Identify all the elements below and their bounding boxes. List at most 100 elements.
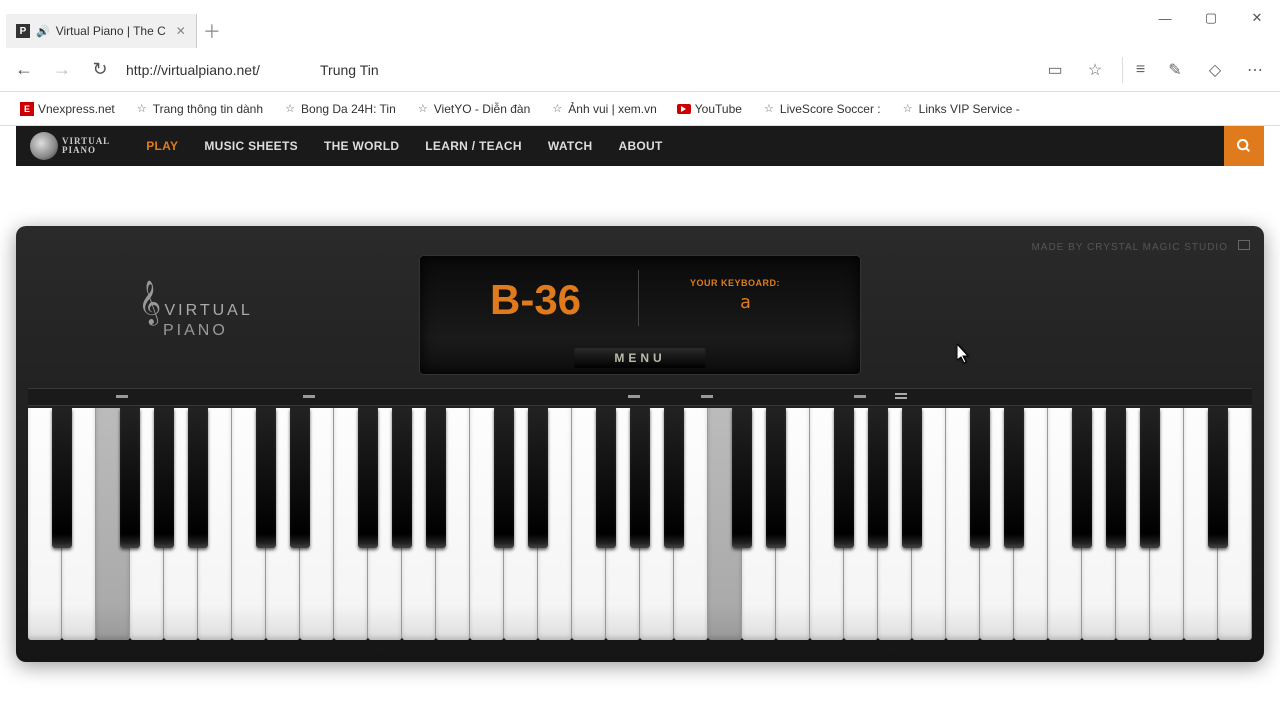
black-key[interactable]	[664, 408, 684, 548]
bookmark-item[interactable]: ☆ Ảnh vui | xem.vn	[542, 99, 665, 119]
black-key[interactable]	[1072, 408, 1092, 548]
black-key[interactable]	[426, 408, 446, 548]
reading-view-icon[interactable]: ▭	[1042, 57, 1068, 83]
black-key[interactable]	[528, 408, 548, 548]
bookmark-item[interactable]: E Vnexpress.net	[12, 99, 123, 119]
bookmarks-bar: EVnexpress.net☆Trang thông tin dành☆Bong…	[0, 92, 1280, 126]
star-icon: ☆	[762, 102, 776, 116]
refresh-button[interactable]: ↻	[88, 58, 112, 82]
hub-icon[interactable]: ≡	[1122, 57, 1148, 83]
browser-tab[interactable]: P 🔊 Virtual Piano | The C ✕	[6, 14, 197, 48]
black-key[interactable]	[1004, 408, 1024, 548]
black-key[interactable]	[256, 408, 276, 548]
address-bar: ← → ↻ http://virtualpiano.net/ Trung Tin…	[0, 48, 1280, 92]
nav-item[interactable]: LEARN / TEACH	[425, 139, 522, 153]
strip-mark	[895, 393, 907, 401]
bookmark-item[interactable]: YouTube	[669, 99, 750, 119]
strip-mark	[854, 395, 866, 398]
bookmark-label: YouTube	[695, 102, 742, 116]
star-icon: ☆	[550, 102, 564, 116]
site-nav: VIRTUAL PIANO PLAY MUSIC SHEETS THE WORLD L…	[16, 126, 1264, 166]
search-icon	[1236, 138, 1252, 154]
url-input[interactable]: http://virtualpiano.net/	[126, 62, 296, 78]
piano-credit: MADE BY CRYSTAL MAGIC STUDIO	[1031, 242, 1228, 253]
bookmark-item[interactable]: ☆Trang thông tin dành	[127, 99, 271, 119]
black-key[interactable]	[868, 408, 888, 548]
back-button[interactable]: ←	[12, 58, 36, 82]
notes-icon[interactable]: ✎	[1162, 57, 1188, 83]
black-key[interactable]	[1208, 408, 1228, 548]
bookmark-label: Trang thông tin dành	[153, 102, 263, 116]
more-icon[interactable]: ⋯	[1242, 57, 1268, 83]
black-key[interactable]	[732, 408, 752, 548]
bookmark-label: VietYO - Diễn đàn	[434, 102, 531, 116]
display-kb-label: YOUR KEYBOARD:	[690, 278, 780, 288]
bookmark-favicon: E	[20, 102, 34, 116]
star-icon: ☆	[901, 102, 915, 116]
piano-display: B-36 YOUR KEYBOARD: a MENU	[420, 256, 860, 374]
star-icon: ☆	[416, 102, 430, 116]
black-key[interactable]	[1140, 408, 1160, 548]
black-key[interactable]	[52, 408, 72, 548]
nav-item[interactable]: WATCH	[548, 139, 593, 153]
window-close-button[interactable]: ✕	[1234, 0, 1280, 36]
window-minimize-button[interactable]: —	[1142, 0, 1188, 36]
window-maximize-button[interactable]: ▢	[1188, 0, 1234, 36]
black-key[interactable]	[154, 408, 174, 548]
black-key[interactable]	[120, 408, 140, 548]
bookmark-item[interactable]: ☆ VietYO - Diễn đàn	[408, 99, 539, 119]
nav-item[interactable]: ABOUT	[618, 139, 662, 153]
strip-mark	[303, 395, 315, 398]
display-note: B-36	[490, 276, 581, 324]
share-icon[interactable]: ◇	[1202, 57, 1228, 83]
star-icon: ☆	[283, 102, 297, 116]
black-key[interactable]	[834, 408, 854, 548]
black-key[interactable]	[1106, 408, 1126, 548]
window-controls: — ▢ ✕	[1142, 0, 1280, 36]
bookmark-label: Bong Da 24H: Tin	[301, 102, 396, 116]
strip-mark	[628, 395, 640, 398]
black-key[interactable]	[596, 408, 616, 548]
display-kb-key: a	[740, 292, 751, 313]
page-content: VIRTUAL PIANO PLAY MUSIC SHEETS THE WORLD L…	[0, 126, 1280, 720]
nav-item[interactable]: MUSIC SHEETS	[204, 139, 298, 153]
bookmark-label: Vnexpress.net	[38, 102, 115, 116]
youtube-icon	[677, 104, 691, 114]
black-key[interactable]	[290, 408, 310, 548]
site-search-button[interactable]	[1224, 126, 1264, 166]
piano-mini-button[interactable]	[1238, 240, 1250, 250]
black-key[interactable]	[766, 408, 786, 548]
site-logo[interactable]: VIRTUAL PIANO	[30, 132, 110, 160]
logo-swirl-icon	[30, 132, 58, 160]
bookmark-label: Ảnh vui | xem.vn	[568, 102, 657, 116]
piano-menu-button[interactable]: MENU	[574, 348, 705, 368]
logo-text-2: PIANO	[62, 146, 110, 155]
black-key[interactable]	[188, 408, 208, 548]
black-key[interactable]	[392, 408, 412, 548]
black-key[interactable]	[902, 408, 922, 548]
piano-logo: 𝄞 VIRTUAL PIANO	[138, 284, 253, 340]
bookmark-label: LiveScore Soccer :	[780, 102, 881, 116]
tab-favicon: P	[16, 24, 30, 38]
black-key[interactable]	[494, 408, 514, 548]
piano-keyboard	[28, 408, 1252, 640]
black-key[interactable]	[630, 408, 650, 548]
strip-mark	[116, 395, 128, 398]
url-suggestion[interactable]: Trung Tin	[320, 62, 379, 78]
black-key[interactable]	[970, 408, 990, 548]
favorite-icon[interactable]: ☆	[1082, 57, 1108, 83]
bookmark-label: Links VIP Service -	[919, 102, 1020, 116]
tab-audio-icon[interactable]: 🔊	[36, 25, 50, 38]
bookmark-item[interactable]: ☆ Links VIP Service -	[893, 99, 1028, 119]
bookmark-item[interactable]: ☆ Bong Da 24H: Tin	[275, 99, 404, 119]
new-tab-button[interactable]: ＋	[197, 14, 227, 48]
forward-button[interactable]: →	[50, 58, 74, 82]
strip-mark	[701, 395, 713, 398]
black-key[interactable]	[358, 408, 378, 548]
piano-indicator-strip[interactable]	[28, 388, 1252, 406]
bookmark-item[interactable]: ☆ LiveScore Soccer :	[754, 99, 889, 119]
tab-close-icon[interactable]: ✕	[176, 24, 186, 38]
nav-item[interactable]: PLAY	[146, 139, 178, 153]
nav-item[interactable]: THE WORLD	[324, 139, 399, 153]
window-titlebar: P 🔊 Virtual Piano | The C ✕ ＋ — ▢ ✕	[0, 0, 1280, 48]
